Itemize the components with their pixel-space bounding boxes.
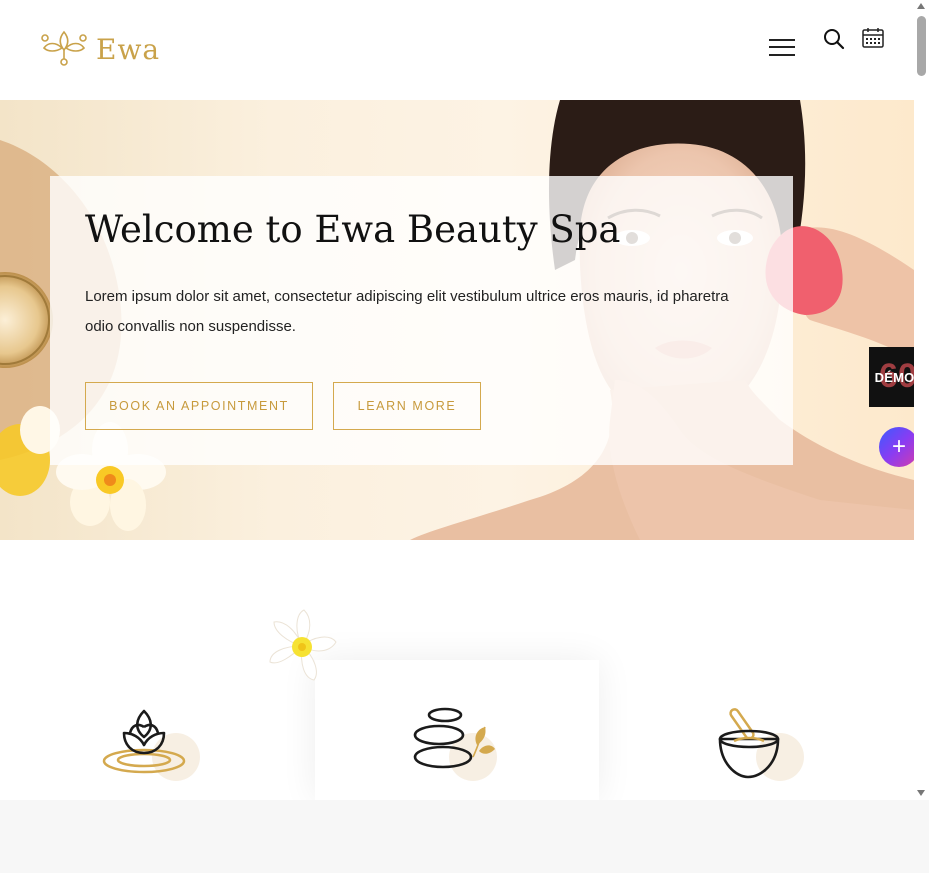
hamburger-menu-button[interactable] — [769, 38, 795, 58]
search-icon — [824, 29, 845, 50]
hero-description: Lorem ipsum dolor sit amet, consectetur … — [85, 288, 729, 335]
vertical-scrollbar[interactable] — [914, 0, 929, 800]
search-button[interactable] — [822, 27, 846, 51]
lotus-icon — [102, 709, 200, 781]
hero-card: Welcome to Ewa Beauty Spa Lorem ipsum do… — [50, 176, 793, 465]
feature-card-2 — [315, 660, 599, 800]
frangipani-flower-decoration — [269, 609, 337, 681]
hero-section: Welcome to Ewa Beauty Spa Lorem ipsum do… — [0, 100, 914, 540]
add-button[interactable]: + — [879, 427, 919, 467]
plus-icon: + — [891, 433, 906, 460]
book-appointment-button[interactable]: BOOK AN APPOINTMENT — [85, 382, 313, 430]
calendar-icon — [862, 28, 884, 48]
scroll-down-arrow-icon[interactable] — [917, 790, 925, 796]
site-header: Ewa — [0, 0, 914, 100]
feature-card-3 — [618, 660, 914, 800]
hero-title: Welcome to Ewa Beauty Spa — [85, 208, 621, 251]
scroll-thumb[interactable] — [917, 16, 926, 76]
logo[interactable]: Ewa — [38, 28, 160, 70]
stones-icon — [413, 707, 497, 781]
hamburger-line — [769, 39, 795, 41]
page: Ewa Welcome to Ewa Beauty Spa Lorem ipsu… — [0, 0, 914, 800]
mortar-bowl-icon — [718, 708, 804, 781]
learn-more-button[interactable]: LEARN MORE — [333, 382, 481, 430]
features-section — [0, 540, 914, 800]
feature-card-1 — [0, 660, 296, 800]
scroll-up-arrow-icon[interactable] — [917, 3, 925, 9]
logo-text: Ewa — [96, 32, 161, 66]
hamburger-line — [769, 46, 795, 48]
calendar-button[interactable] — [861, 26, 885, 50]
lotus-logo-icon — [41, 30, 87, 66]
browser-viewport: Ewa Welcome to Ewa Beauty Spa Lorem ipsu… — [0, 0, 929, 800]
hamburger-line — [769, 54, 795, 56]
